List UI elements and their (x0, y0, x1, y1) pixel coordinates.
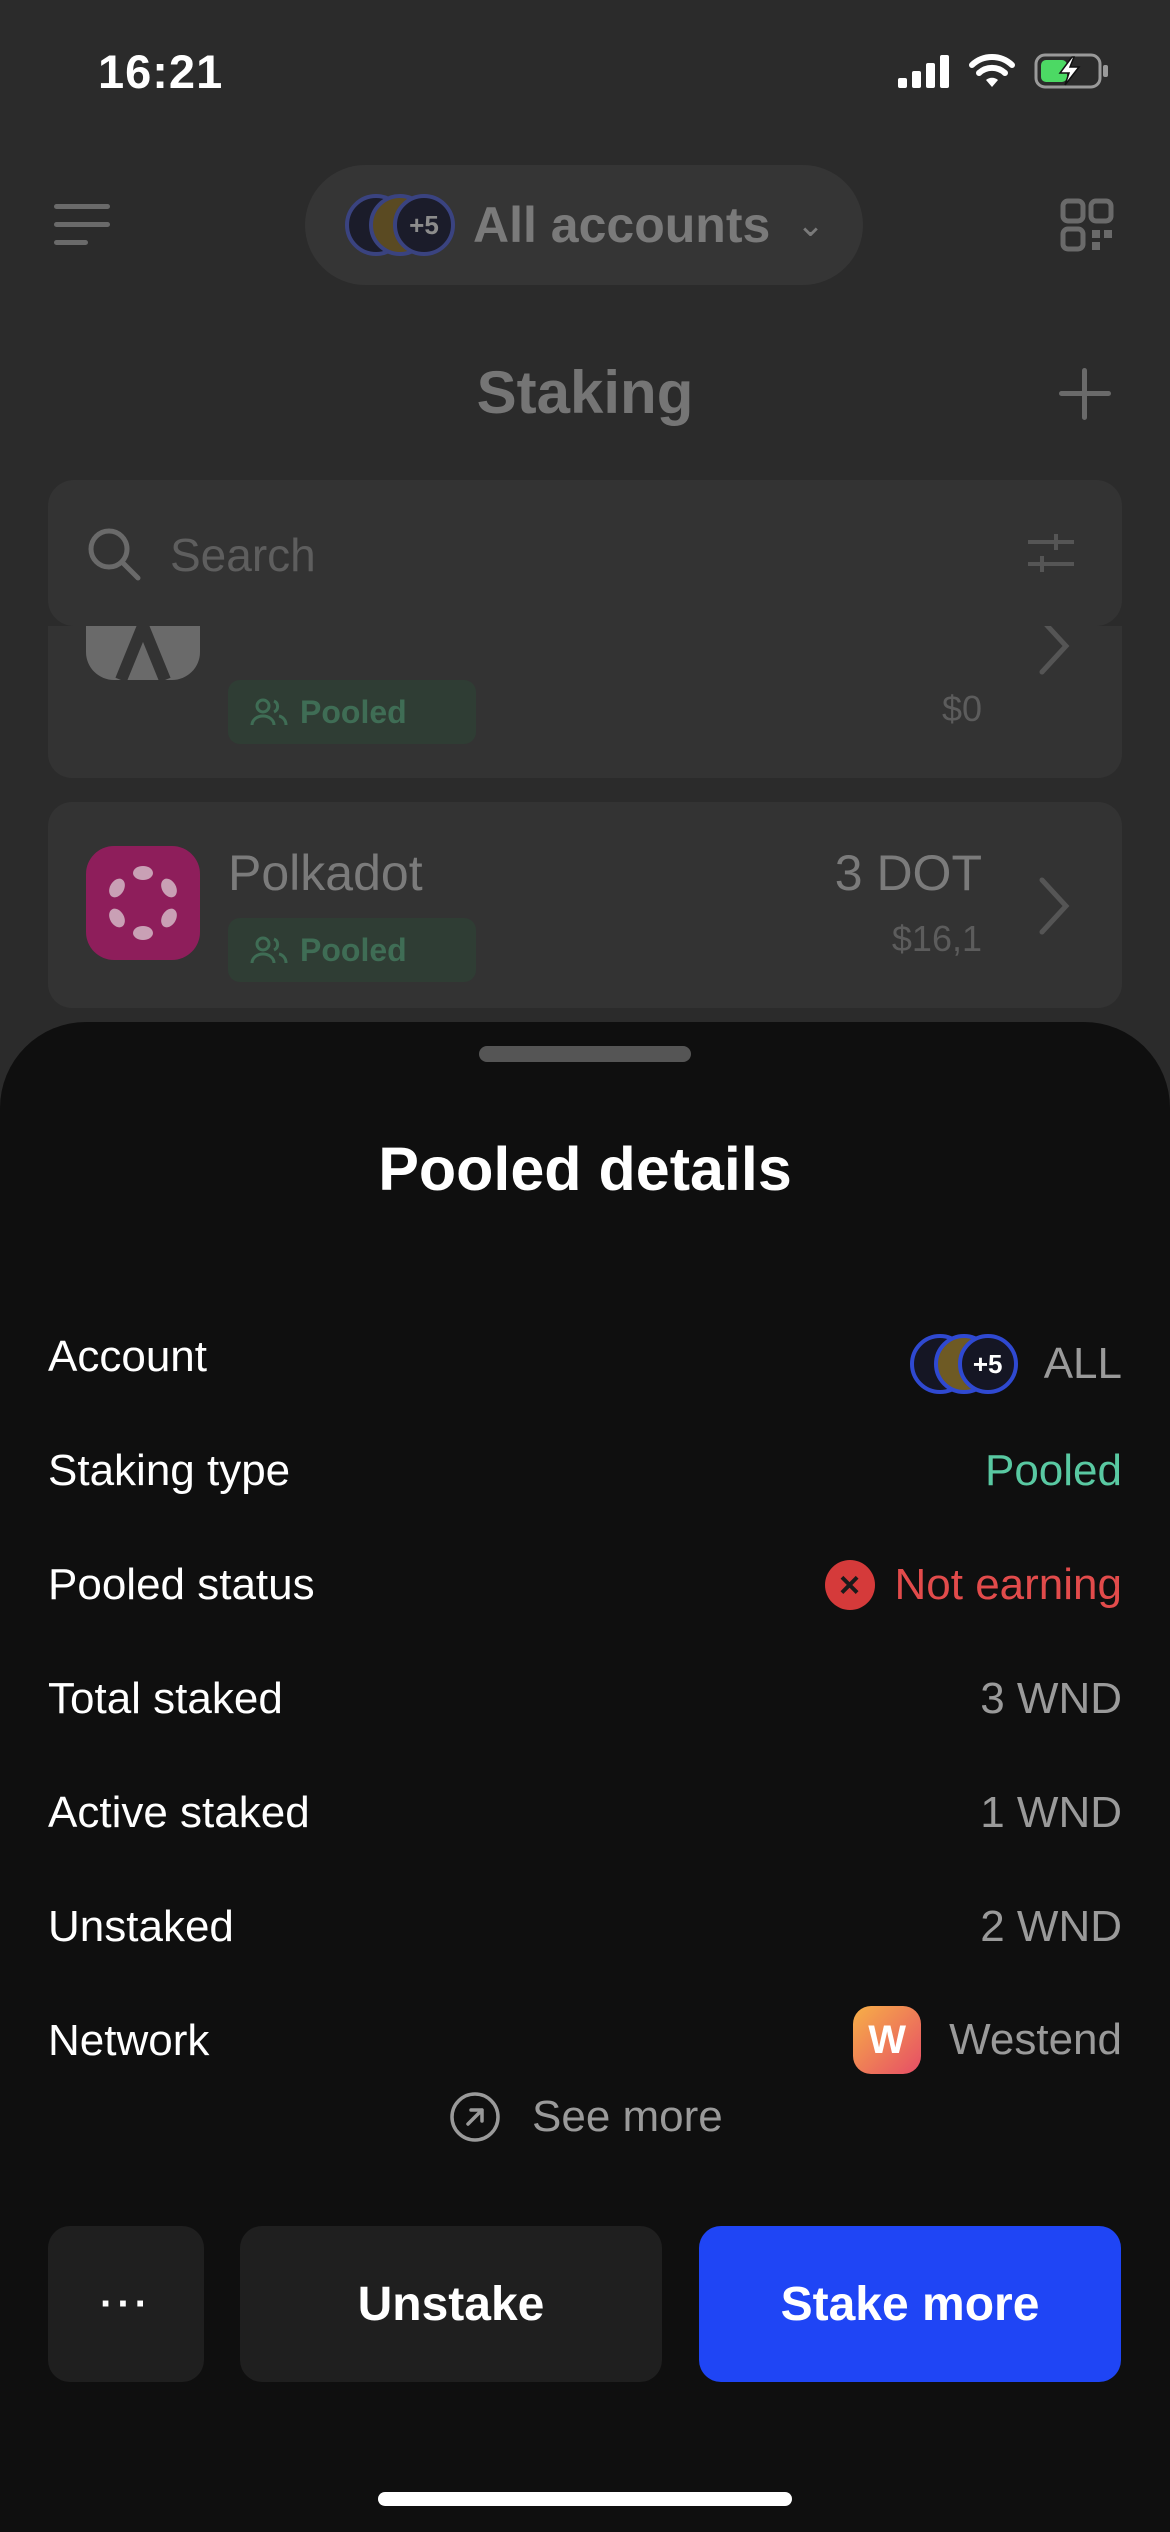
pooled-badge-label: Pooled (300, 693, 407, 730)
account-avatars: +5 (345, 190, 457, 260)
home-indicator (378, 2492, 792, 2506)
more-options-label: ··· (100, 2281, 152, 2326)
detail-row-active-staked: Active staked 1 WND (48, 1770, 1122, 1860)
account-selector[interactable]: +5 All accounts ⌄ (305, 165, 863, 285)
staked-amount: 3 DOT (834, 845, 982, 901)
pooled-status-value: × Not earning (824, 1560, 1122, 1610)
sheet-drag-handle[interactable] (479, 1046, 691, 1062)
more-options-button[interactable]: ··· (48, 2226, 204, 2382)
aleph-zero-logo-icon (86, 626, 200, 680)
add-stake-icon[interactable] (1057, 366, 1113, 422)
detail-label: Account (48, 1332, 207, 1381)
users-icon (250, 936, 288, 964)
search-input[interactable] (168, 524, 972, 586)
chevron-down-icon: ⌄ (796, 206, 825, 244)
detail-row-account: Account +5 ALL (48, 1314, 1122, 1404)
detail-label: Active staked (48, 1788, 310, 1837)
staking-list-item[interactable]: Polkadot Pooled 3 DOT $16,1 (48, 802, 1122, 1008)
account-avatar-count: +5 (957, 1334, 1018, 1394)
sheet-title: Pooled details (378, 1135, 792, 1203)
stake-more-button[interactable]: Stake more (699, 2226, 1121, 2382)
token-name: Polkadot (228, 845, 423, 901)
detail-row-pooled-status: Pooled status × Not earning (48, 1542, 1122, 1632)
pooled-status-text: Not earning (894, 1560, 1122, 1609)
filter-icon[interactable] (1026, 532, 1076, 576)
chevron-right-icon (1039, 626, 1070, 675)
pooled-badge-label: Pooled (300, 931, 407, 968)
detail-row-unstaked: Unstaked 2 WND (48, 1884, 1122, 1974)
qr-code-icon[interactable] (1060, 198, 1114, 252)
detail-row-staking-type: Staking type Pooled (48, 1428, 1122, 1518)
search-bar[interactable] (48, 480, 1122, 626)
detail-label: Total staked (48, 1674, 283, 1723)
battery-charging-icon (1034, 53, 1108, 89)
error-x-icon: × (824, 1560, 875, 1610)
search-icon (88, 528, 141, 581)
total-staked-value: 3 WND (980, 1674, 1122, 1723)
polkadot-logo-icon (86, 846, 200, 960)
stake-more-label: Stake more (780, 2277, 1040, 2331)
status-icons (898, 52, 1110, 90)
detail-label: Unstaked (48, 1902, 234, 1951)
pooled-details-sheet: Pooled details Account +5 ALL Staking ty… (0, 1022, 1170, 2532)
detail-label: Network (48, 2016, 210, 2065)
fiat-value: $0 (941, 688, 982, 729)
active-staked-value: 1 WND (980, 1788, 1122, 1837)
status-time: 16:21 (98, 45, 224, 98)
unstake-label: Unstake (357, 2277, 545, 2331)
staking-type-value: Pooled (984, 1446, 1122, 1495)
chevron-right-icon (1039, 877, 1070, 935)
page-title: Staking (476, 359, 694, 426)
fiat-value: $16,1 (891, 918, 982, 959)
detail-row-total-staked: Total staked 3 WND (48, 1656, 1122, 1746)
see-more-label: See more (532, 2092, 723, 2141)
account-value: ALL (1043, 1339, 1122, 1388)
detail-value: +5 ALL (909, 1332, 1122, 1396)
westend-logo-icon: W (853, 2006, 922, 2074)
unstake-button[interactable]: Unstake (240, 2226, 662, 2382)
unstaked-value: 2 WND (980, 1902, 1122, 1951)
pooled-badge: Pooled (228, 680, 476, 744)
users-icon (250, 698, 288, 726)
detail-label: Staking type (48, 1446, 291, 1495)
see-more-link[interactable]: See more (448, 2082, 723, 2152)
hamburger-menu-icon[interactable] (52, 200, 112, 250)
status-bar: 16:21 (0, 0, 1170, 150)
network-value: W Westend (853, 2006, 1122, 2074)
account-selector-label: All accounts (473, 197, 771, 253)
staking-list-item[interactable]: Pooled $0 (48, 626, 1122, 778)
cellular-signal-icon (898, 55, 949, 88)
account-avatars: +5 (909, 1332, 1022, 1396)
pooled-badge: Pooled (228, 918, 476, 982)
account-avatar-count: +5 (393, 194, 455, 256)
network-name: Westend (949, 2015, 1122, 2064)
detail-row-network: Network W Westend (48, 1998, 1122, 2088)
detail-label: Pooled status (48, 1560, 315, 1609)
wifi-icon (969, 54, 1015, 87)
external-link-icon (450, 2092, 500, 2142)
